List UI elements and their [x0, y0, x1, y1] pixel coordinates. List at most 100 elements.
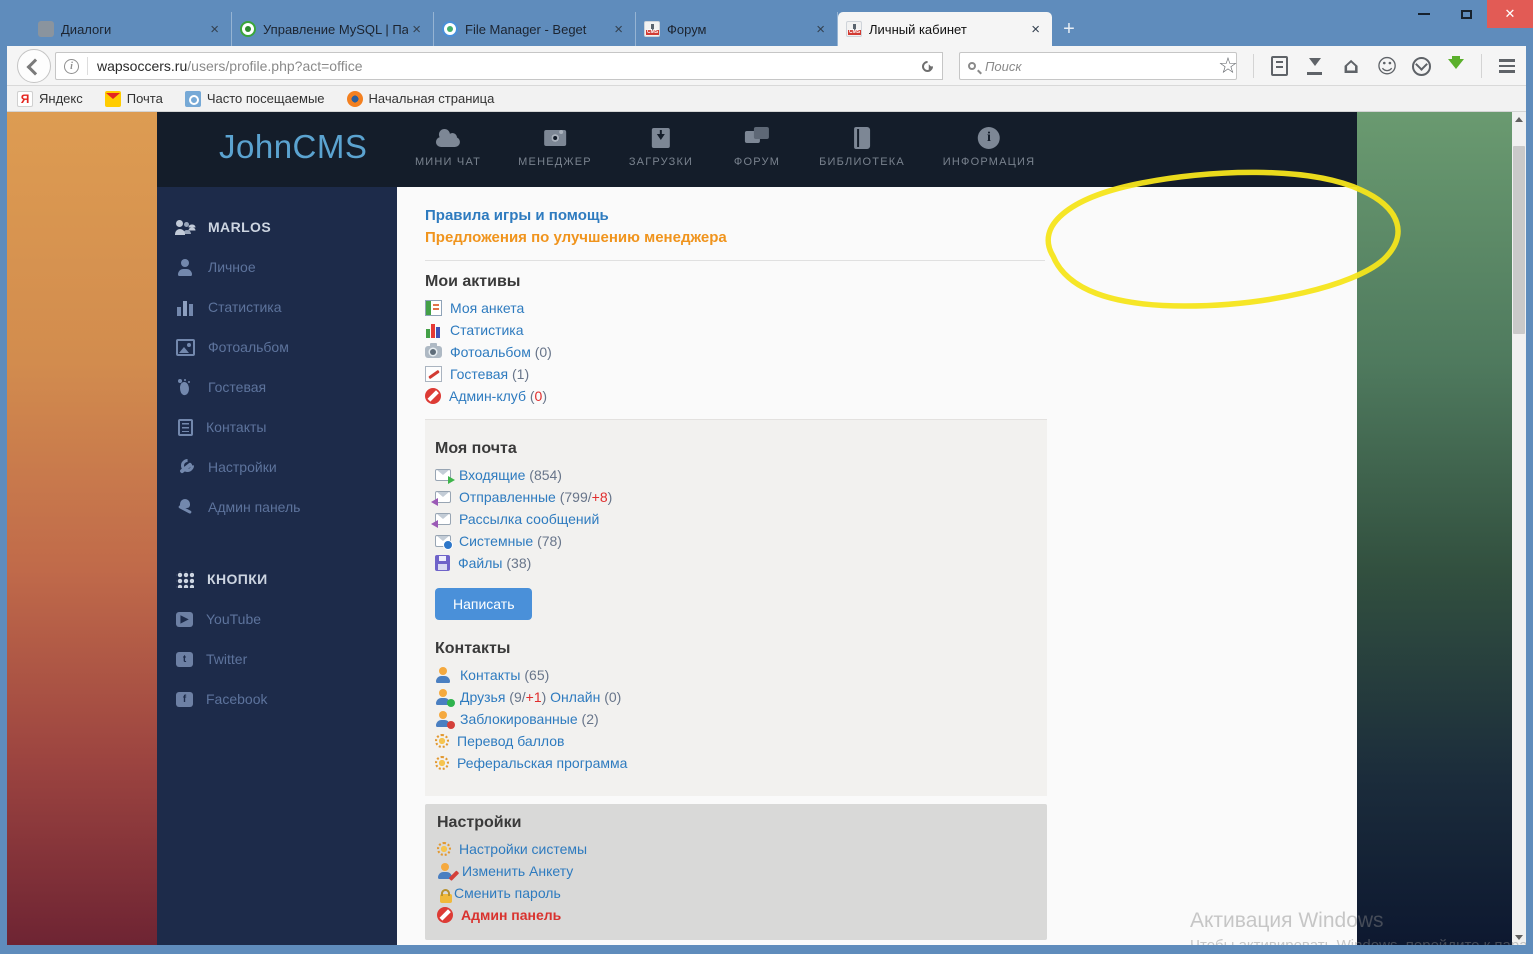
forum-icon [742, 125, 772, 151]
divider [1481, 54, 1482, 78]
tab-title: Диалоги [61, 22, 206, 37]
search-input[interactable] [983, 58, 1203, 75]
site-info-icon[interactable]: i [64, 59, 79, 74]
sidebar-user: MARLOS [157, 207, 397, 247]
person-icon [176, 259, 195, 276]
bar-chart-icon [425, 322, 442, 338]
friends-icon [435, 689, 452, 705]
new-tab-button[interactable]: + [1052, 12, 1086, 46]
page-scrollbar[interactable] [1512, 112, 1526, 945]
link-edit-profile[interactable]: Изменить Анкету [462, 863, 573, 879]
gear-icon [435, 734, 449, 748]
link-system-settings[interactable]: Настройки системы [459, 841, 587, 857]
youtube-icon: ▶ [176, 612, 193, 627]
check-badge-icon [447, 699, 455, 707]
nav-minichat[interactable]: МИНИ ЧАТ [415, 125, 481, 168]
reload-button[interactable] [913, 52, 943, 80]
tab-close-icon[interactable]: × [1027, 21, 1044, 38]
bookmark-frequent[interactable]: Часто посещаемые [185, 91, 325, 107]
downloads-icon[interactable] [1304, 55, 1326, 77]
count: (1) [508, 366, 529, 382]
gear-icon [435, 756, 449, 770]
sidebar-item-admin-panel[interactable]: Админ панель [157, 487, 397, 527]
tab-bar: Диалоги × Управление MySQL | Пан... × Fi… [30, 12, 1086, 46]
link-referral-program[interactable]: Реферальская программа [457, 755, 627, 771]
hamburger-menu-icon[interactable] [1496, 55, 1518, 77]
scrollbar-thumb[interactable] [1513, 146, 1525, 334]
scroll-down-arrow-icon[interactable] [1512, 930, 1526, 945]
nav-downloads[interactable]: ЗАГРУЗКИ [629, 125, 693, 168]
compose-button[interactable]: Написать [435, 588, 532, 620]
sidebar-item-facebook[interactable]: f Facebook [157, 679, 397, 719]
tab-close-icon[interactable]: × [610, 21, 627, 38]
nav-information[interactable]: ИНФОРМАЦИЯ [943, 125, 1035, 168]
home-icon[interactable] [1340, 55, 1362, 77]
tab-title: Управление MySQL | Пан... [263, 22, 408, 37]
tab-mysql[interactable]: Управление MySQL | Пан... × [232, 12, 434, 46]
sidebar-item-youtube[interactable]: ▶ YouTube [157, 599, 397, 639]
address-bar[interactable]: i wapsoccers.ru/users/profile.php?act=of… [55, 52, 930, 80]
savefrom-addon-icon[interactable] [1445, 55, 1467, 77]
scroll-up-arrow-icon[interactable] [1512, 112, 1526, 127]
list-item: Статистика [425, 319, 1357, 341]
nav-manager[interactable]: МЕНЕДЖЕР [518, 125, 592, 168]
count: (2) [578, 711, 599, 727]
sidebar-item-guestbook[interactable]: Гостевая [157, 367, 397, 407]
bookmark-homepage[interactable]: Начальная страница [347, 91, 495, 107]
link-sent[interactable]: Отправленные [459, 489, 556, 505]
link-my-profile[interactable]: Моя анкета [450, 300, 524, 316]
link-statistics[interactable]: Статистика [450, 322, 524, 338]
link-suggestions[interactable]: Предложения по улучшению менеджера [425, 229, 1357, 251]
sidebar-buttons-title: КНОПКИ [157, 559, 397, 599]
link-admin-club[interactable]: Админ-клуб [449, 388, 526, 404]
link-blocked[interactable]: Заблокированные [460, 711, 578, 727]
link-broadcast[interactable]: Рассылка сообщений [459, 511, 599, 527]
maximize-button[interactable] [1445, 0, 1487, 28]
tab-profile-active[interactable]: Личный кабинет × [838, 12, 1052, 46]
tab-close-icon[interactable]: × [206, 21, 223, 38]
close-button[interactable] [1487, 0, 1533, 28]
tab-title: Личный кабинет [869, 22, 1027, 37]
bookmark-yandex[interactable]: ЯЯндекс [17, 91, 83, 107]
tab-forum[interactable]: Форум × [636, 12, 838, 46]
bookmark-star-icon[interactable] [1217, 55, 1239, 77]
site-logo[interactable]: JohnCMS [219, 128, 367, 166]
library-icon[interactable] [1268, 55, 1290, 77]
bookmark-mail[interactable]: Почта [105, 91, 163, 107]
link-change-password[interactable]: Сменить пароль [454, 885, 561, 901]
search-bar[interactable] [959, 52, 1237, 80]
link-online[interactable]: Онлайн [550, 689, 600, 705]
back-button[interactable] [17, 49, 51, 83]
sidebar-item-personal[interactable]: Личное [157, 247, 397, 287]
tab-filemanager[interactable]: File Manager - Beget × [434, 12, 636, 46]
link-friends[interactable]: Друзья [460, 689, 505, 705]
tab-dialogs[interactable]: Диалоги × [30, 12, 232, 46]
link-rules-help[interactable]: Правила игры и помощь [425, 207, 1357, 229]
nav-library[interactable]: БИБЛИОТЕКА [819, 125, 905, 168]
minimize-button[interactable] [1403, 0, 1445, 28]
sidebar-item-settings[interactable]: Настройки [157, 447, 397, 487]
link-system-messages[interactable]: Системные [459, 533, 533, 549]
sidebar-item-statistics[interactable]: Статистика [157, 287, 397, 327]
list-item: Рассылка сообщений [435, 508, 1047, 530]
nav-forum[interactable]: ФОРУМ [734, 125, 780, 168]
pocket-icon[interactable] [1412, 57, 1431, 76]
list-item: Отправленные (799/+8) [435, 486, 1047, 508]
sidebar-item-twitter[interactable]: t Twitter [157, 639, 397, 679]
link-files[interactable]: Файлы [458, 555, 502, 571]
link-contacts[interactable]: Контакты [460, 667, 520, 683]
section-title-assets: Мои активы [425, 273, 1357, 297]
link-guestbook[interactable]: Гостевая [450, 366, 508, 382]
link-photoalbum[interactable]: Фотоальбом [450, 344, 531, 360]
screenshots-icon[interactable] [1376, 55, 1398, 77]
mail-broadcast-icon [435, 513, 451, 525]
sidebar-item-photoalbum[interactable]: Фотоальбом [157, 327, 397, 367]
link-points-transfer[interactable]: Перевод баллов [457, 733, 564, 749]
link-inbox[interactable]: Входящие [459, 467, 525, 483]
link-admin-panel[interactable]: Админ панель [461, 907, 561, 923]
profile-card-icon [425, 300, 442, 316]
tab-close-icon[interactable]: × [812, 21, 829, 38]
section-title-mail: Моя почта [435, 440, 1047, 464]
sidebar-item-contacts[interactable]: Контакты [157, 407, 397, 447]
tab-close-icon[interactable]: × [408, 21, 425, 38]
